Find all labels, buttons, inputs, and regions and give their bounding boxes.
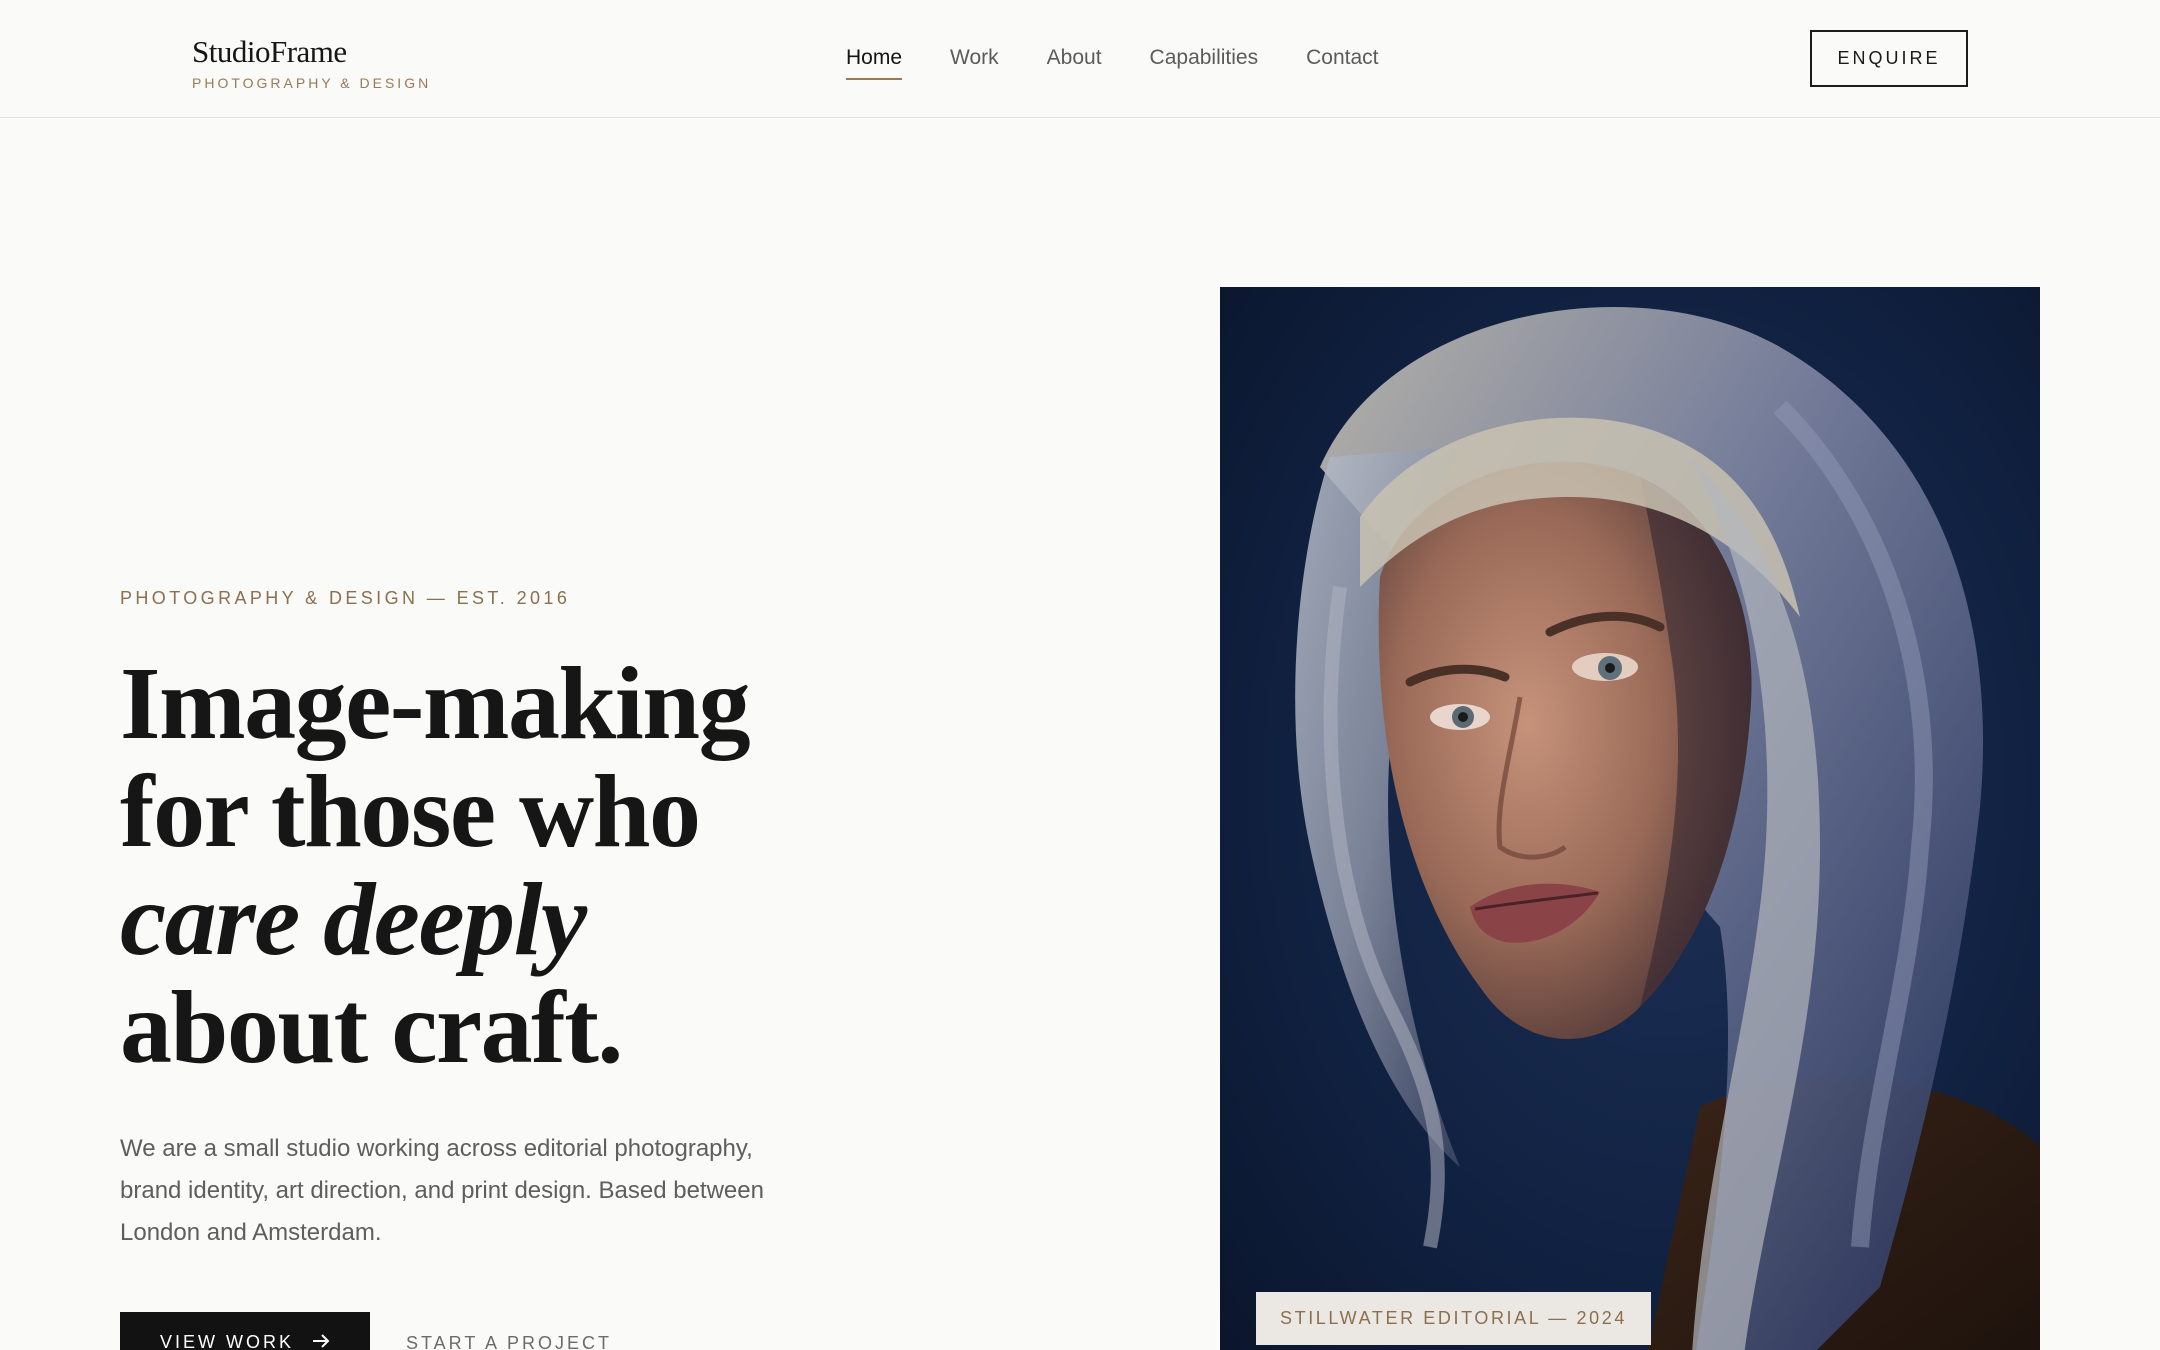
nav-item-home[interactable]: Home (846, 44, 903, 80)
brand-tagline: PHOTOGRAPHY & DESIGN (192, 75, 432, 91)
hero-headline: Image-making for those who care deeply a… (120, 650, 880, 1082)
hero-portrait-image (1220, 287, 2040, 1350)
nav-item-about[interactable]: About (1047, 44, 1102, 80)
nav-item-work[interactable]: Work (950, 44, 999, 80)
enquire-button[interactable]: ENQUIRE (1810, 30, 1968, 87)
nav-item-capabilities[interactable]: Capabilities (1150, 44, 1259, 80)
start-project-link[interactable]: START A PROJECT (406, 1330, 612, 1350)
view-work-button[interactable]: VIEW WORK (120, 1312, 370, 1350)
brand-logo[interactable]: StudioFrame PHOTOGRAPHY & DESIGN (192, 34, 431, 92)
headline-line-1: Image-making (120, 646, 751, 761)
headline-line-3-italic: care deeply (120, 862, 587, 977)
image-caption: STILLWATER EDITORIAL — 2024 (1256, 1292, 1651, 1345)
arrow-right-icon (312, 1332, 330, 1350)
brand-name: StudioFrame (192, 34, 347, 69)
main-nav: Home Work About Capabilities Contact (846, 44, 1378, 80)
site-header: StudioFrame PHOTOGRAPHY & DESIGN Home Wo… (0, 0, 2160, 118)
view-work-label: VIEW WORK (160, 1331, 294, 1350)
hero-intro: We are a small studio working across edi… (120, 1135, 764, 1246)
nav-item-contact[interactable]: Contact (1306, 44, 1378, 80)
headline-line-2: for those who (120, 754, 701, 869)
hero-eyebrow: PHOTOGRAPHY & DESIGN — EST. 2016 (120, 588, 571, 608)
headline-line-4: about craft. (120, 970, 623, 1085)
